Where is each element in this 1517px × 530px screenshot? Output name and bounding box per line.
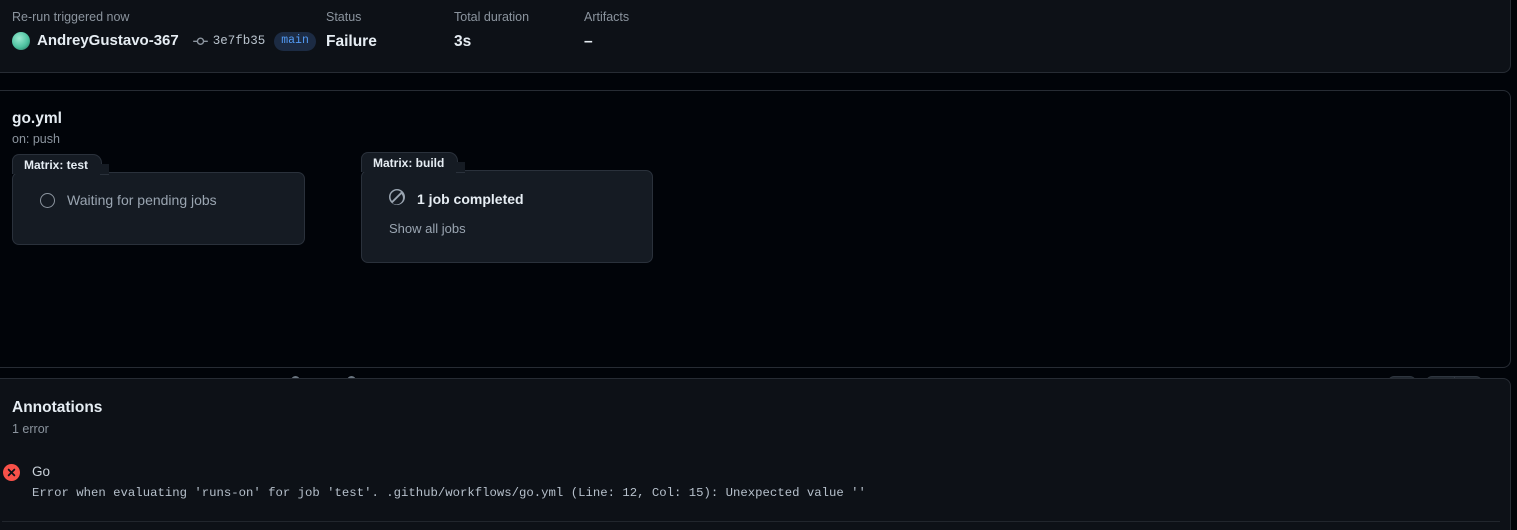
avatar xyxy=(12,32,30,50)
status-label: Status xyxy=(326,10,362,24)
artifacts-value: – xyxy=(584,33,593,50)
workflow-trigger: on: push xyxy=(12,132,60,146)
node-tab-label: Matrix: test xyxy=(24,157,89,172)
node-status-row: Waiting for pending jobs xyxy=(40,191,304,210)
pending-circle-icon xyxy=(40,193,55,208)
run-summary-panel: Re-run triggered now AndreyGustavo-367 3… xyxy=(0,0,1511,73)
annotation-row[interactable]: Go Error when evaluating 'runs-on' for j… xyxy=(0,438,1510,502)
annotations-divider xyxy=(2,521,1500,522)
duration-value: 3s xyxy=(454,33,472,50)
workflow-node-matrix-test[interactable]: Matrix: test Waiting for pending jobs xyxy=(12,154,305,245)
actor-row: AndreyGustavo-367 3e7fb35 main xyxy=(12,31,316,51)
artifacts-label: Artifacts xyxy=(584,10,630,24)
annotations-count: 1 error xyxy=(12,422,49,436)
annotations-header: Annotations 1 error xyxy=(0,379,1510,438)
annotations-panel: Annotations 1 error Go Error when evalua… xyxy=(0,378,1511,530)
annotations-title: Annotations xyxy=(12,399,103,416)
node-body-matrix-test: Waiting for pending jobs xyxy=(13,173,304,210)
node-tab-label: Matrix: build xyxy=(373,155,445,170)
workflow-run-page: Re-run triggered now AndreyGustavo-367 3… xyxy=(0,0,1517,530)
node-tab-matrix-build: Matrix: build xyxy=(361,152,466,173)
node-body-matrix-build: 1 job completed Show all jobs xyxy=(362,171,652,238)
show-all-jobs-link[interactable]: Show all jobs xyxy=(389,220,652,238)
workflow-graph-canvas[interactable]: Matrix: test Waiting for pending jobs Ma… xyxy=(0,148,1510,404)
commit-sha[interactable]: 3e7fb35 xyxy=(213,32,266,50)
annotation-content: Go Error when evaluating 'runs-on' for j… xyxy=(32,462,866,502)
workflow-node-matrix-build[interactable]: Matrix: build 1 job completed Show all j… xyxy=(361,152,653,263)
node-status-text: Waiting for pending jobs xyxy=(67,192,217,208)
node-tab-matrix-test: Matrix: test xyxy=(12,154,110,175)
annotation-message: Error when evaluating 'runs-on' for job … xyxy=(32,486,866,500)
workflow-graph-panel: go.yml on: push Matrix: test Waiting for… xyxy=(0,90,1511,404)
status-value: Failure xyxy=(326,33,377,50)
actor-name[interactable]: AndreyGustavo-367 xyxy=(37,31,179,51)
summary-column-trigger: Re-run triggered now AndreyGustavo-367 3… xyxy=(12,9,316,51)
error-x-circle-icon xyxy=(3,464,20,502)
node-status-row: 1 job completed xyxy=(389,189,652,210)
duration-label: Total duration xyxy=(454,10,530,24)
branch-badge[interactable]: main xyxy=(274,31,316,51)
commit-icon xyxy=(192,34,208,49)
annotation-name: Go xyxy=(32,464,51,479)
workflow-header: go.yml on: push xyxy=(0,91,1510,148)
rerun-trigger-label: Re-run triggered now xyxy=(12,10,130,24)
summary-column-duration: Total duration 3s xyxy=(454,9,529,52)
node-status-text: 1 job completed xyxy=(417,191,524,207)
run-summary-inner: Re-run triggered now AndreyGustavo-367 3… xyxy=(0,0,1510,72)
summary-column-status: Status Failure xyxy=(326,9,377,52)
workflow-file-name: go.yml xyxy=(12,110,62,127)
summary-column-artifacts: Artifacts – xyxy=(584,9,629,52)
skipped-circle-slash-icon xyxy=(389,189,405,210)
